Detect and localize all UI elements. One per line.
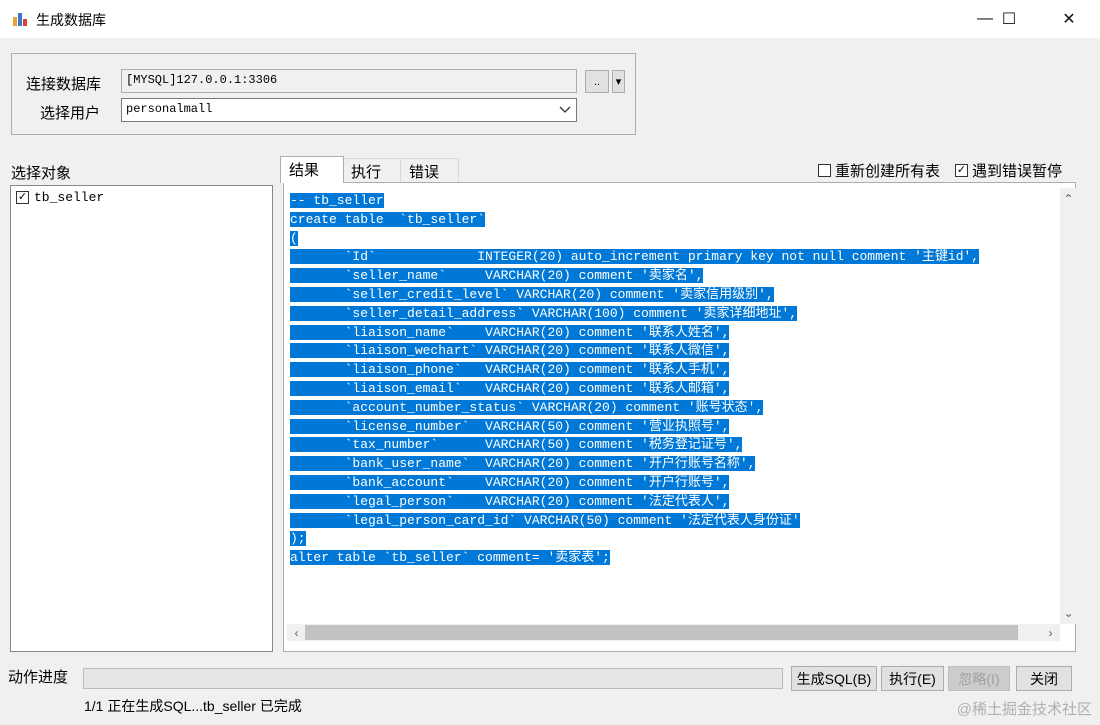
title-bar	[0, 0, 1100, 38]
code-line-text: -- tb_seller	[290, 193, 384, 208]
code-line: `tax_number` VARCHAR(50) comment '税务登记证号…	[290, 436, 1058, 455]
code-line: `bank_user_name` VARCHAR(20) comment '开户…	[290, 455, 1058, 474]
recreate-checkbox[interactable]	[818, 164, 831, 177]
code-line: `legal_person_card_id` VARCHAR(50) comme…	[290, 512, 1058, 531]
progress-label: 动作进度	[8, 669, 69, 686]
pause-option[interactable]: ✓ 遇到错误暂停	[955, 160, 1062, 181]
execute-button[interactable]: 执行(E)	[881, 666, 944, 691]
code-line: `account_number_status` VARCHAR(20) comm…	[290, 399, 1058, 418]
scroll-left-icon[interactable]: ‹	[288, 624, 305, 641]
tab-result[interactable]: 结果	[280, 156, 344, 183]
object-list: ✓ tb_seller	[10, 185, 273, 652]
code-line-text: `bank_account` VARCHAR(20) comment '开户行账…	[290, 474, 730, 490]
scroll-right-icon[interactable]: ›	[1042, 624, 1059, 641]
code-line: alter table `tb_seller` comment= '卖家表';	[290, 549, 1058, 568]
user-select[interactable]: personalmall	[121, 98, 577, 122]
objects-label: 选择对象	[11, 165, 72, 182]
connection-group	[11, 53, 636, 135]
code-line-text: `liaison_phone` VARCHAR(20) comment '联系人…	[290, 362, 730, 378]
code-line-text: alter table `tb_seller` comment= '卖家表';	[290, 550, 610, 566]
close-button[interactable]: ✕	[1046, 0, 1092, 38]
code-line: create table `tb_seller`	[290, 211, 1058, 230]
code-line: `liaison_email` VARCHAR(20) comment '联系人…	[290, 380, 1058, 399]
db-connection-field[interactable]: [MYSQL]127.0.0.1:3306	[121, 69, 577, 93]
sql-code[interactable]: -- tb_sellercreate table `tb_seller` ( `I…	[290, 192, 1058, 622]
close-dialog-button[interactable]: 关闭	[1016, 666, 1072, 691]
code-line: `license_number` VARCHAR(50) comment '营业…	[290, 418, 1058, 437]
code-line-text: create table `tb_seller`	[290, 211, 486, 227]
browse-button[interactable]: ..	[585, 70, 609, 93]
code-line-text: `liaison_wechart` VARCHAR(20) comment '联…	[290, 343, 730, 359]
db-label: 连接数据库	[26, 76, 102, 93]
window-title: 生成数据库	[36, 12, 106, 28]
code-line: `seller_name` VARCHAR(20) comment '卖家名',	[290, 267, 1058, 286]
code-line-text: `legal_person` VARCHAR(20) comment '法定代表…	[290, 493, 730, 509]
app-icon	[13, 13, 27, 26]
tab-errors[interactable]: 错误	[400, 158, 459, 182]
code-line-text: `liaison_email` VARCHAR(20) comment '联系人…	[290, 380, 730, 396]
user-select-value: personalmall	[126, 102, 213, 116]
ignore-button[interactable]: 忽略(I)	[948, 666, 1010, 691]
code-line: `Id` INTEGER(20) auto_increment primary …	[290, 248, 1058, 267]
generate-sql-button[interactable]: 生成SQL(B)	[791, 666, 877, 691]
code-line: `liaison_name` VARCHAR(20) comment '联系人姓…	[290, 324, 1058, 343]
code-line-text: `license_number` VARCHAR(50) comment '营业…	[290, 418, 730, 434]
code-line: `seller_credit_level` VARCHAR(20) commen…	[290, 286, 1058, 305]
scroll-up-icon[interactable]: ⌃	[1060, 190, 1077, 207]
recreate-label: 重新创建所有表	[835, 163, 941, 180]
object-name: tb_seller	[34, 190, 105, 205]
code-line-text: `seller_credit_level` VARCHAR(20) commen…	[290, 286, 774, 302]
list-item[interactable]: ✓ tb_seller	[16, 190, 104, 205]
code-line-text: `Id` INTEGER(20) auto_increment primary …	[290, 249, 980, 265]
tab-execute[interactable]: 执行	[342, 158, 402, 182]
status-text: 1/1 正在生成SQL...tb_seller 已完成	[84, 698, 302, 714]
code-line: -- tb_seller	[290, 192, 1058, 211]
object-checkbox[interactable]: ✓	[16, 191, 29, 204]
horizontal-scroll-thumb[interactable]	[305, 625, 1018, 640]
pause-label: 遇到错误暂停	[972, 163, 1063, 180]
watermark: @稀土掘金技术社区	[956, 701, 1092, 718]
recreate-option[interactable]: 重新创建所有表	[818, 160, 940, 181]
db-dropdown-button[interactable]: ▾	[612, 70, 625, 93]
code-line: `seller_detail_address` VARCHAR(100) com…	[290, 305, 1058, 324]
code-line-text: );	[290, 531, 306, 547]
code-line-text: `account_number_status` VARCHAR(20) comm…	[290, 399, 764, 415]
pause-checkbox[interactable]: ✓	[955, 164, 968, 177]
vertical-scrollbar[interactable]	[1060, 188, 1077, 624]
code-line: `bank_account` VARCHAR(20) comment '开户行账…	[290, 474, 1058, 493]
progress-bar	[83, 668, 783, 689]
chevron-down-icon	[559, 106, 571, 113]
code-line: `liaison_wechart` VARCHAR(20) comment '联…	[290, 342, 1058, 361]
user-label: 选择用户	[40, 105, 101, 122]
code-line: `liaison_phone` VARCHAR(20) comment '联系人…	[290, 361, 1058, 380]
code-line-text: `liaison_name` VARCHAR(20) comment '联系人姓…	[290, 324, 730, 340]
code-line: `legal_person` VARCHAR(20) comment '法定代表…	[290, 493, 1058, 512]
code-line: (	[290, 230, 1058, 249]
code-line-text: `seller_name` VARCHAR(20) comment '卖家名',	[290, 268, 704, 284]
scroll-down-icon[interactable]: ⌄	[1060, 604, 1077, 621]
code-line-text: (	[290, 230, 298, 246]
code-line-text: `seller_detail_address` VARCHAR(100) com…	[290, 305, 798, 321]
maximize-button[interactable]: ☐	[986, 0, 1032, 38]
code-line-text: `bank_user_name` VARCHAR(20) comment '开户…	[290, 456, 756, 472]
code-line-text: `tax_number` VARCHAR(50) comment '税务登记证号…	[290, 437, 743, 453]
code-line-text: `legal_person_card_id` VARCHAR(50) comme…	[290, 512, 800, 528]
code-line: );	[290, 530, 1058, 549]
